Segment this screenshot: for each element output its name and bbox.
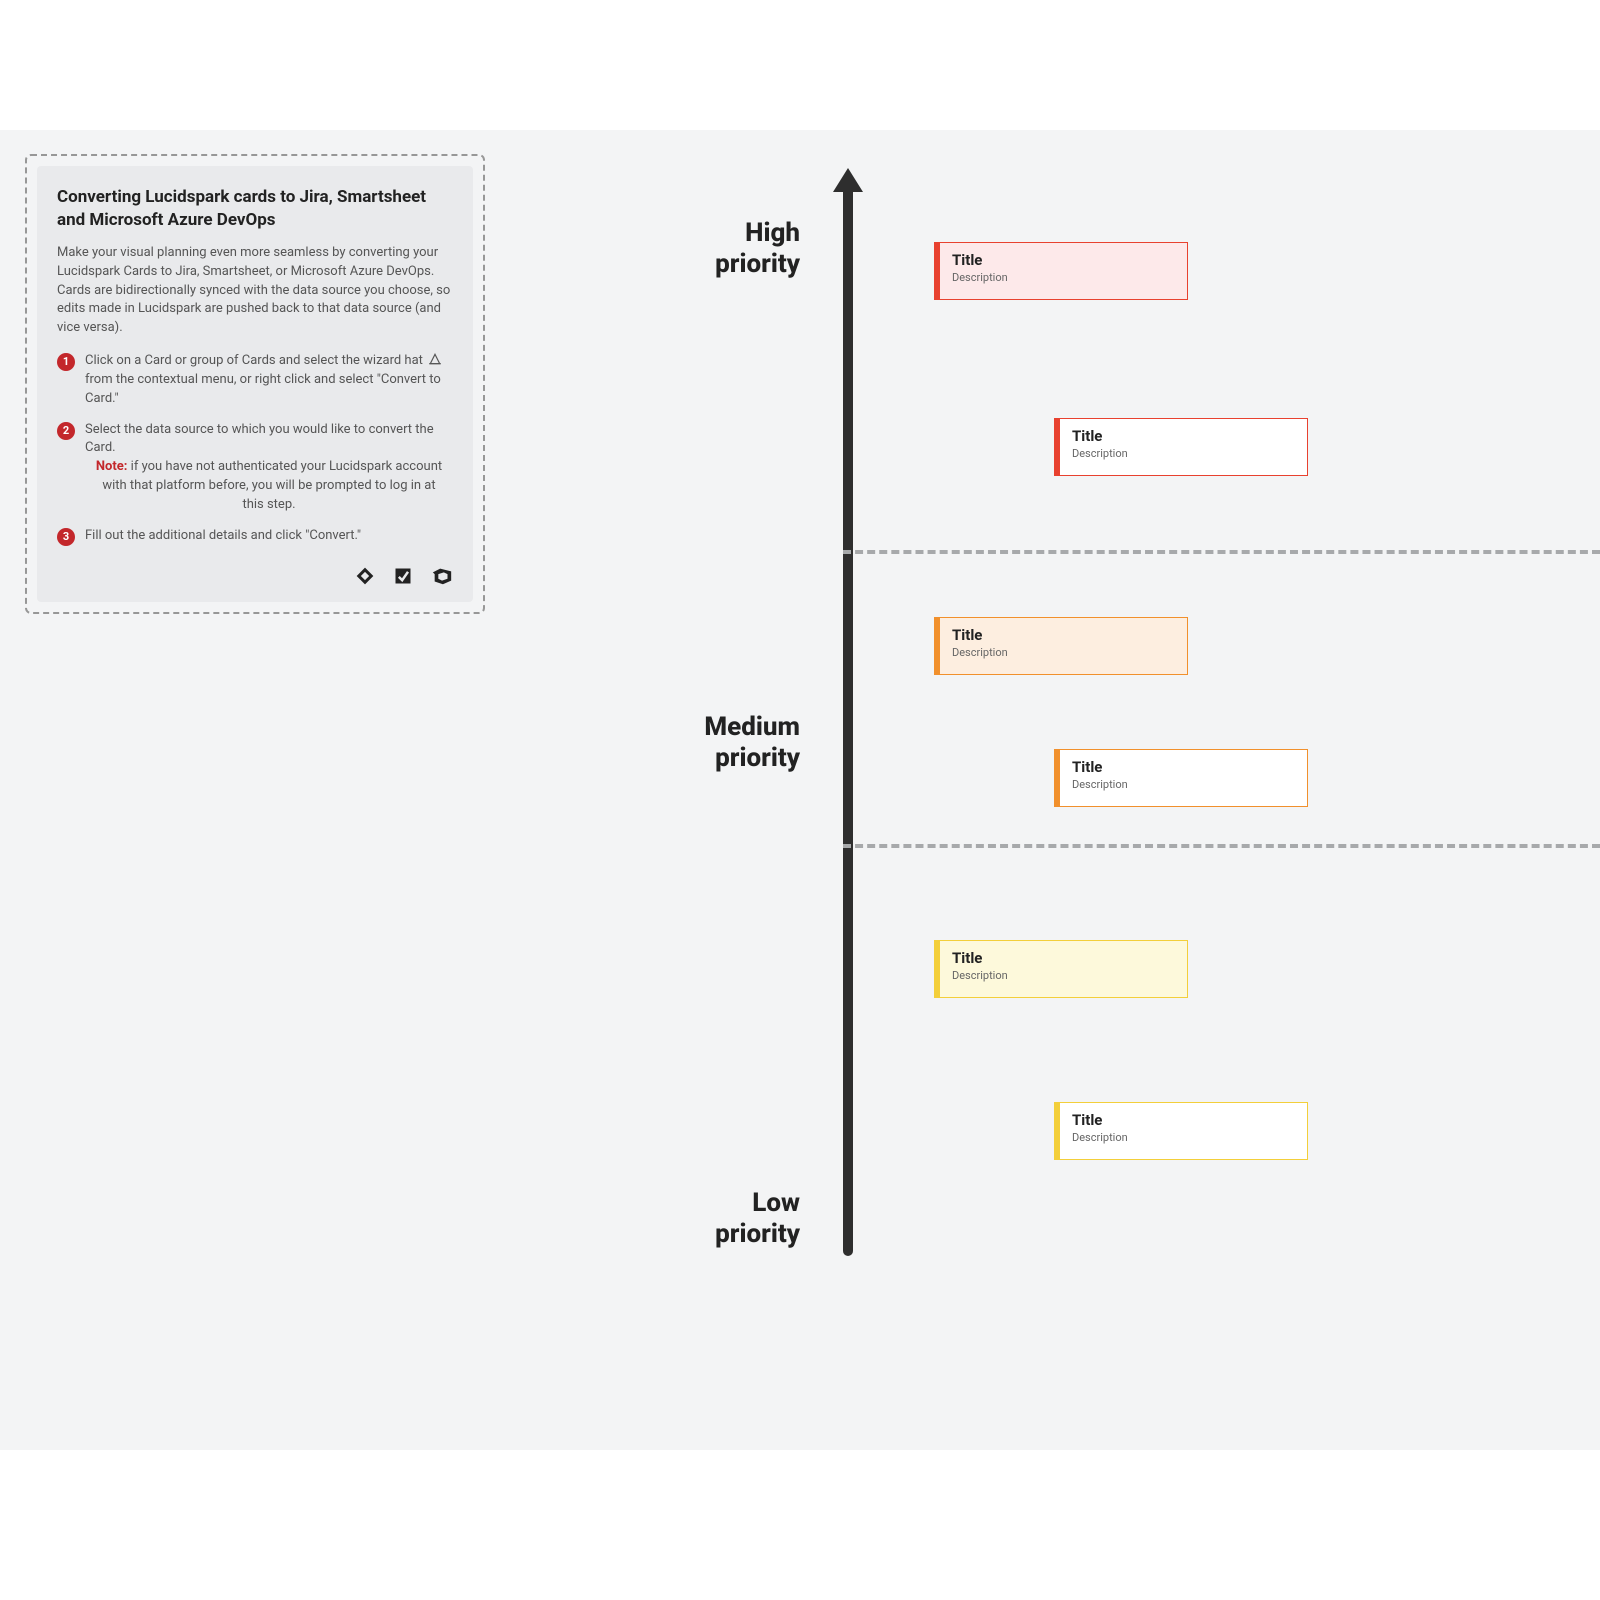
azure-devops-icon [431, 566, 453, 586]
divider-medium-low [843, 844, 1600, 848]
card-desc: Description [952, 969, 1175, 982]
card-title: Title [952, 949, 1175, 967]
card-high-1[interactable]: Title Description [934, 242, 1188, 300]
card-title: Title [1072, 427, 1295, 445]
step-3: 3 Fill out the additional details and cl… [57, 527, 453, 546]
step-3-badge: 3 [57, 528, 75, 546]
card-title: Title [1072, 758, 1295, 776]
card-low-1[interactable]: Title Description [934, 940, 1188, 998]
diagram-canvas[interactable]: Converting Lucidspark cards to Jira, Sma… [0, 130, 1600, 1450]
card-desc: Description [1072, 447, 1295, 460]
medium-priority-label: Mediumpriority [600, 712, 800, 774]
card-medium-1[interactable]: Title Description [934, 617, 1188, 675]
low-priority-label: Lowpriority [580, 1188, 800, 1250]
card-title: Title [952, 251, 1175, 269]
card-title: Title [1072, 1111, 1295, 1129]
card-low-2[interactable]: Title Description [1054, 1102, 1308, 1160]
priority-axis [843, 180, 853, 1256]
instruction-panel-frame: Converting Lucidspark cards to Jira, Sma… [25, 154, 485, 614]
panel-intro: Make your visual planning even more seam… [57, 244, 453, 338]
wizard-hat-icon [428, 352, 442, 366]
step-1: 1 Click on a Card or group of Cards and … [57, 352, 453, 409]
divider-high-medium [843, 550, 1600, 554]
step-2-text: Select the data source to which you woul… [85, 422, 434, 456]
card-medium-2[interactable]: Title Description [1054, 749, 1308, 807]
card-desc: Description [1072, 1131, 1295, 1144]
card-desc: Description [952, 646, 1175, 659]
smartsheet-icon [393, 566, 413, 586]
instruction-panel: Converting Lucidspark cards to Jira, Sma… [37, 166, 473, 602]
jira-icon [355, 566, 375, 586]
card-high-2[interactable]: Title Description [1054, 418, 1308, 476]
step-1-badge: 1 [57, 353, 75, 371]
step-2-note: Note: if you have not authenticated your… [85, 458, 453, 515]
step-2-badge: 2 [57, 422, 75, 440]
card-desc: Description [1072, 778, 1295, 791]
card-title: Title [952, 626, 1175, 644]
high-priority-label: Highpriority [620, 218, 800, 280]
step-3-text: Fill out the additional details and clic… [85, 527, 453, 546]
step-1-text: Click on a Card or group of Cards and se… [85, 352, 453, 409]
card-desc: Description [952, 271, 1175, 284]
step-2: 2 Select the data source to which you wo… [57, 421, 453, 515]
integration-icons [57, 558, 453, 586]
panel-title: Converting Lucidspark cards to Jira, Sma… [57, 186, 453, 232]
